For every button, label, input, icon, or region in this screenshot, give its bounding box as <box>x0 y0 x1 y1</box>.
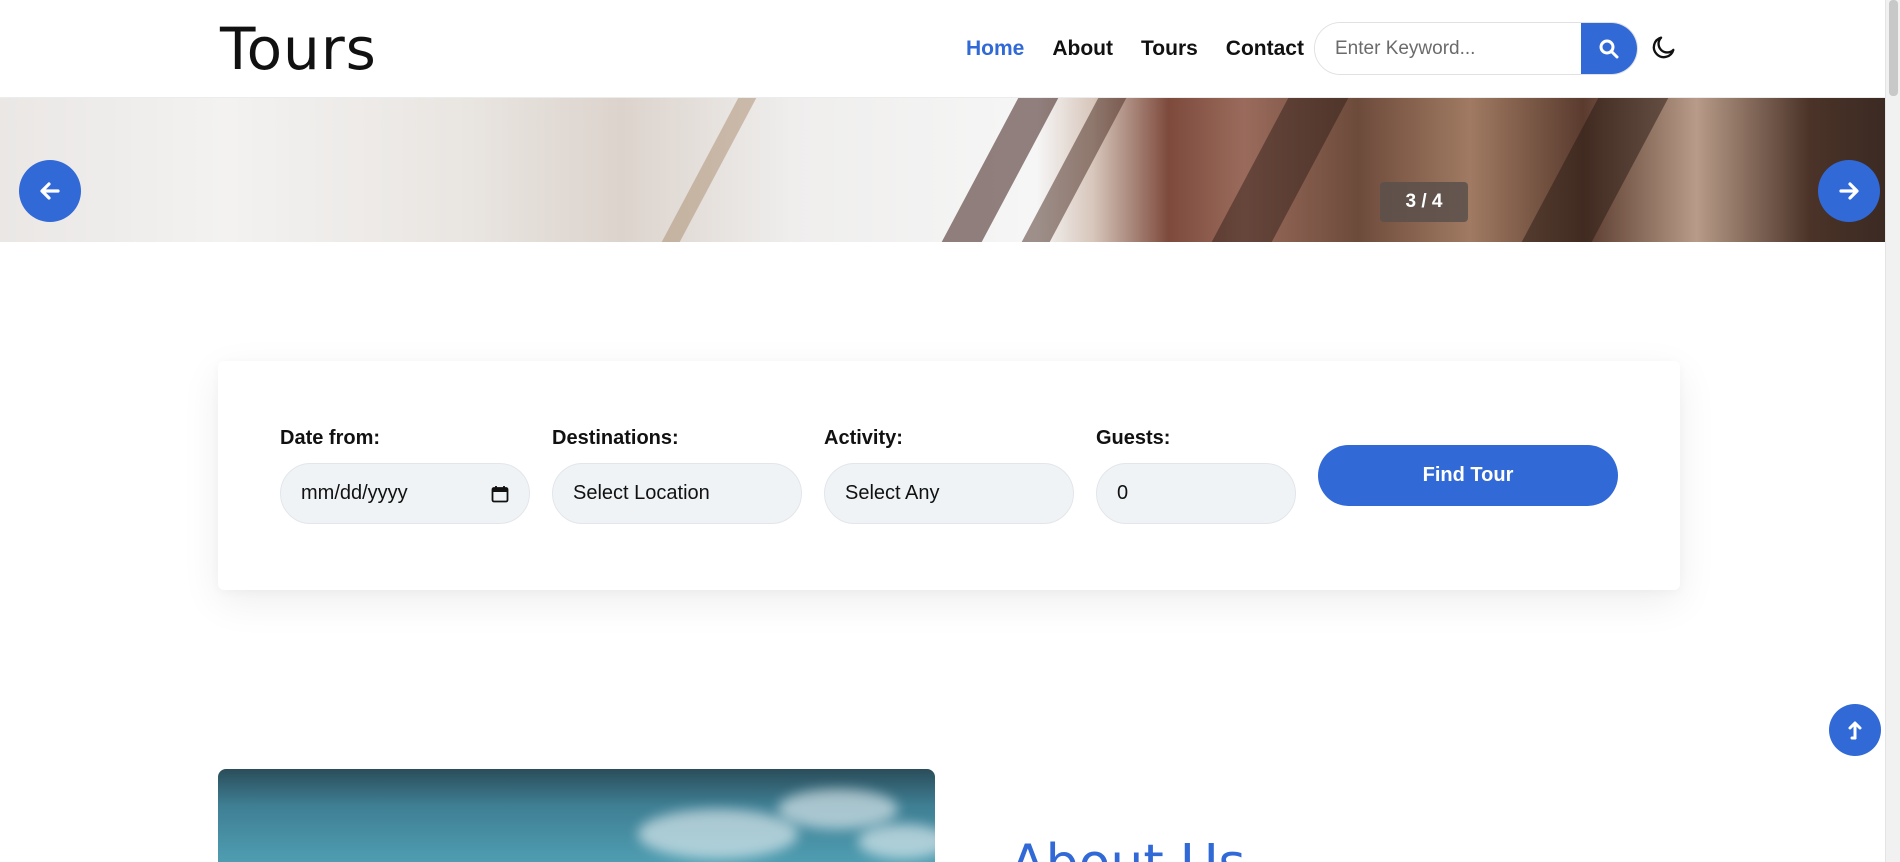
arrow-left-icon <box>40 182 60 200</box>
hero-slider: 3 / 4 <box>0 98 1885 242</box>
activity-label: Activity: <box>824 427 903 449</box>
arrow-up-icon <box>1848 721 1862 740</box>
main-nav: Home About Tours Contact <box>966 37 1304 61</box>
calendar-icon[interactable] <box>491 485 509 503</box>
image-cloud <box>778 789 898 829</box>
site-logo[interactable]: Tours <box>220 15 377 83</box>
back-to-top-button[interactable] <box>1829 704 1881 756</box>
guests-label: Guests: <box>1096 427 1171 449</box>
about-image <box>218 769 935 862</box>
theme-toggle-button[interactable] <box>1648 31 1680 63</box>
find-tour-button[interactable]: Find Tour <box>1318 445 1618 506</box>
header-search <box>1314 22 1638 75</box>
page-scrollbar[interactable] <box>1885 0 1900 862</box>
date-field: Date from: mm/dd/yyyy <box>280 427 530 524</box>
date-label: Date from: <box>280 427 381 449</box>
slider-prev-button[interactable] <box>19 160 81 222</box>
tour-search-form: Date from: mm/dd/yyyy Destinations: Sele… <box>218 361 1680 590</box>
site-header: Tours Home About Tours Contact <box>0 0 1885 98</box>
hero-image-detail <box>661 98 757 242</box>
scrollbar-thumb[interactable] <box>1889 0 1898 96</box>
slide-counter: 3 / 4 <box>1380 182 1468 222</box>
search-button[interactable] <box>1581 23 1637 74</box>
guests-input[interactable]: 0 <box>1096 463 1296 524</box>
hero-image-detail <box>1521 98 1669 242</box>
activity-value: Select Any <box>845 482 940 504</box>
arrow-right-icon <box>1839 182 1859 200</box>
date-value: mm/dd/yyyy <box>301 482 408 504</box>
destination-field: Destinations: Select Location <box>552 427 802 524</box>
guests-value: 0 <box>1117 482 1129 504</box>
search-icon <box>1599 39 1619 58</box>
destination-value: Select Location <box>573 482 710 504</box>
image-cloud <box>638 809 798 859</box>
slider-next-button[interactable] <box>1818 160 1880 222</box>
search-input[interactable] <box>1315 23 1581 74</box>
image-cloud <box>858 824 935 859</box>
destination-select[interactable]: Select Location <box>552 463 802 524</box>
nav-about[interactable]: About <box>1052 37 1113 61</box>
nav-contact[interactable]: Contact <box>1226 37 1304 61</box>
nav-tours[interactable]: Tours <box>1141 37 1198 61</box>
nav-home[interactable]: Home <box>966 37 1024 61</box>
date-input[interactable]: mm/dd/yyyy <box>280 463 530 524</box>
guests-field: Guests: 0 <box>1096 427 1296 524</box>
activity-field: Activity: Select Any <box>824 427 1074 524</box>
hero-image-detail <box>1211 98 1349 242</box>
destination-label: Destinations: <box>552 427 679 449</box>
about-heading: About Us <box>1010 838 1245 862</box>
activity-select[interactable]: Select Any <box>824 463 1074 524</box>
moon-icon <box>1652 36 1675 59</box>
